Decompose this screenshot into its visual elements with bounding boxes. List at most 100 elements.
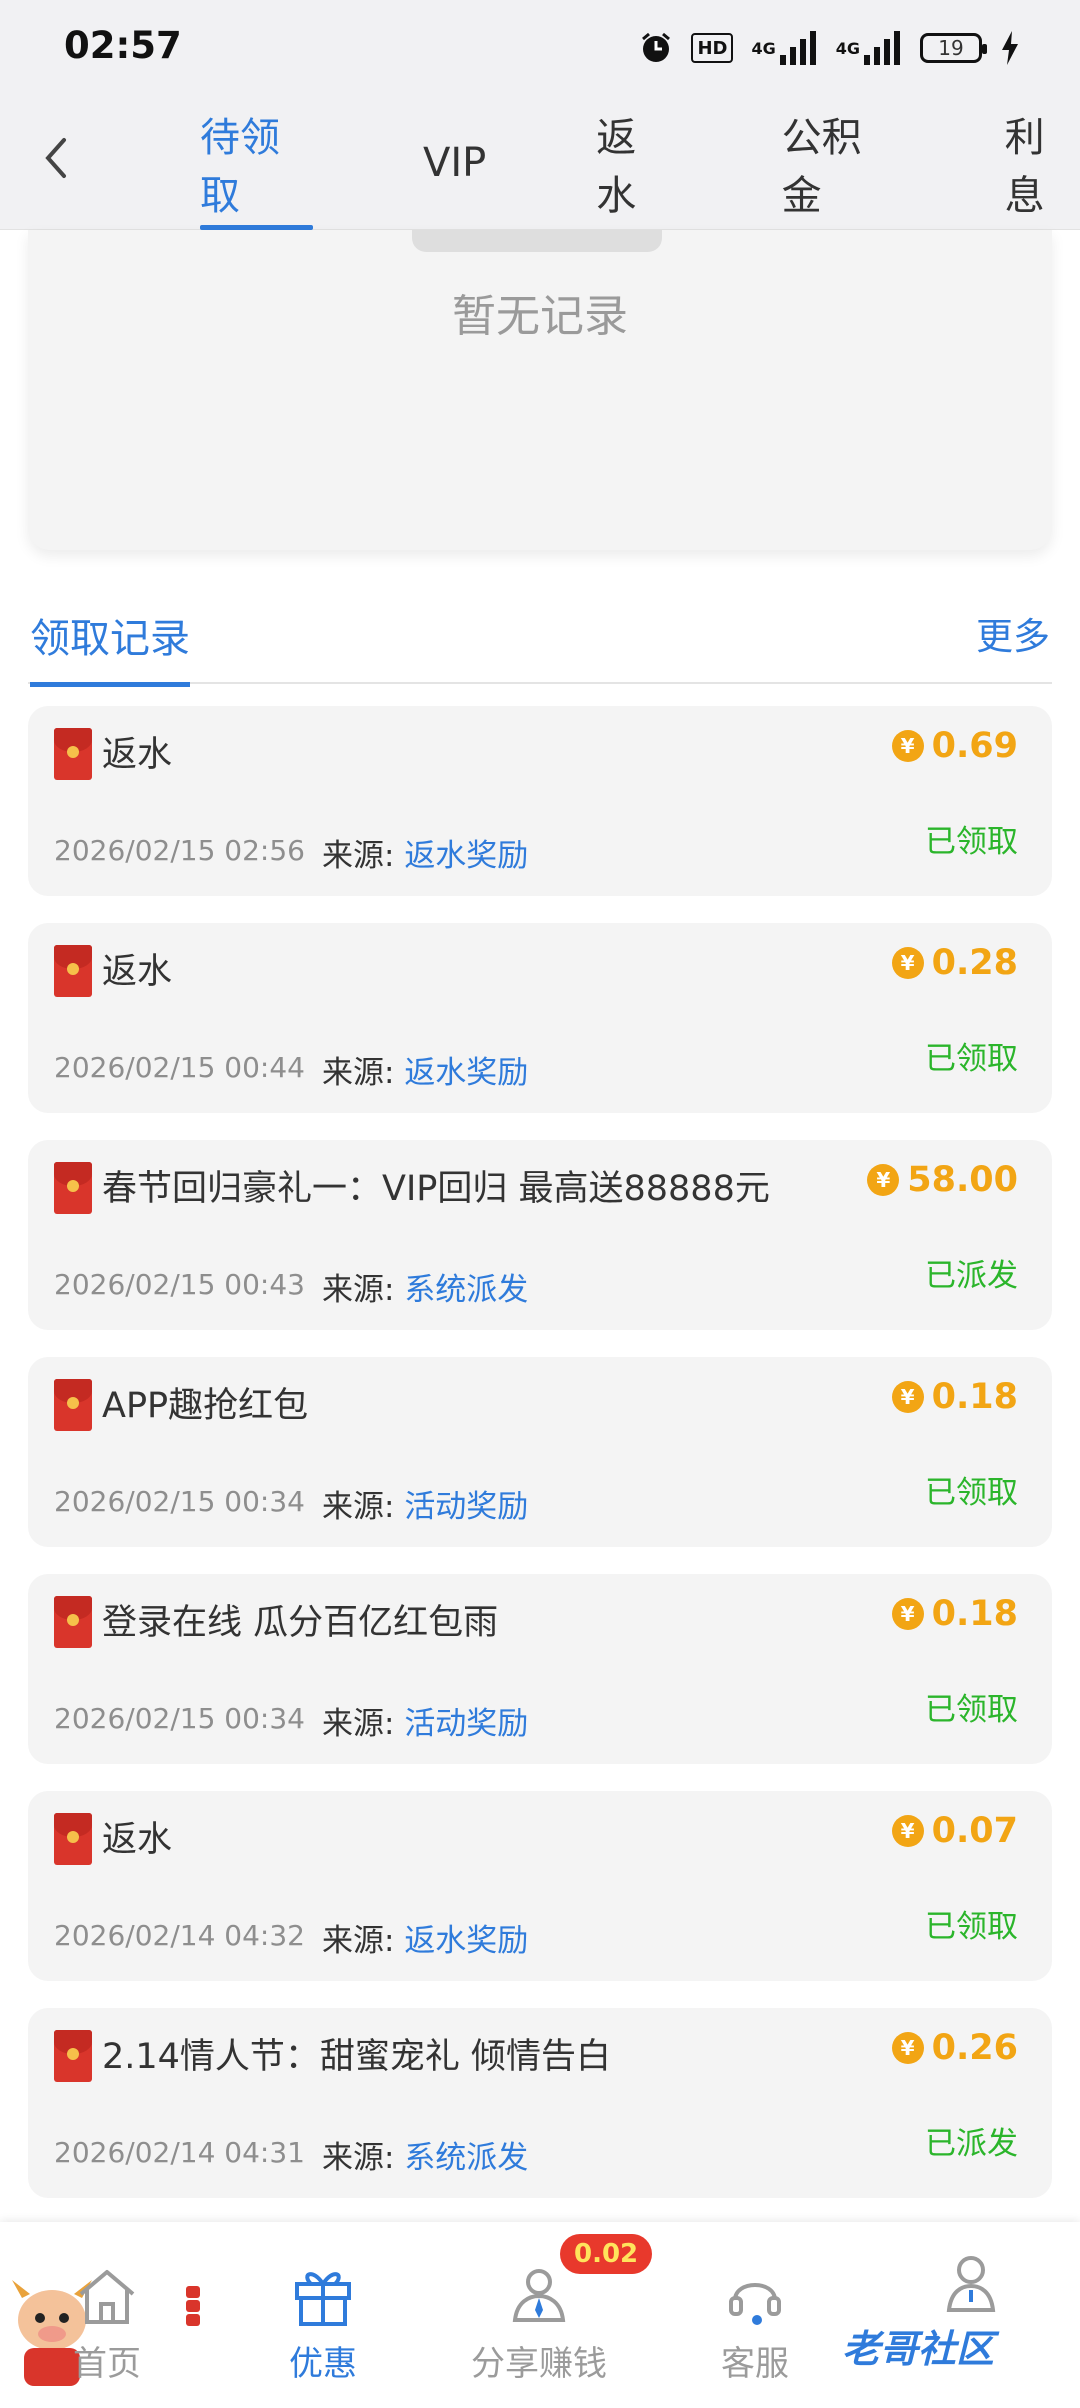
- item-date: 2026/02/14 04:32: [54, 1919, 305, 1952]
- source-label: 来源:: [322, 1923, 395, 1959]
- nav-home[interactable]: 首页: [32, 2264, 182, 2385]
- headset-icon: [723, 2264, 787, 2328]
- empty-state-text: 暂无记录: [452, 291, 628, 342]
- item-amount: ¥0.26: [891, 2028, 1018, 2068]
- nav-label: 分享赚钱: [471, 2344, 607, 2384]
- network-type-label: 4G: [751, 38, 776, 58]
- status-bar: 02:57 HD 4G 4G 19: [0, 0, 1080, 96]
- tabs: 待领取 VIP 返水 公积金 利息: [200, 96, 1080, 230]
- item-status: 已领取: [925, 1041, 1018, 1077]
- records-header: 领取记录 更多: [28, 594, 1052, 687]
- item-status: 已领取: [925, 1692, 1018, 1728]
- list-item[interactable]: 返水 ¥0.07 2026/02/14 04:32 来源: 返水奖励 已领取: [28, 1791, 1052, 1981]
- tab-fund[interactable]: 公积金: [782, 96, 895, 230]
- item-source: 来源: 活动奖励: [322, 1698, 528, 1743]
- list-item[interactable]: APP趣抢红包 ¥0.18 2026/02/15 00:34 来源: 活动奖励 …: [28, 1357, 1052, 1547]
- item-date: 2026/02/15 02:56: [54, 834, 305, 867]
- coin-icon: ¥: [891, 1815, 924, 1847]
- coin-icon: ¥: [891, 1598, 924, 1630]
- nav-share[interactable]: 分享赚钱: [464, 2264, 614, 2385]
- amount-value: 0.26: [931, 2028, 1018, 2068]
- source-value: 返水奖励: [404, 1923, 529, 1959]
- item-source: 来源: 返水奖励: [322, 830, 528, 875]
- coin-icon: ¥: [891, 947, 924, 979]
- list-item[interactable]: 2.14情人节：甜蜜宠礼 倾情告白 ¥0.26 2026/02/14 04:31…: [28, 2008, 1052, 2198]
- item-status: 已派发: [925, 2126, 1018, 2162]
- item-title: 返水: [102, 1820, 173, 1860]
- hd-icon: HD: [691, 33, 734, 63]
- source-value: 返水奖励: [404, 838, 529, 874]
- coin-icon: ¥: [891, 730, 924, 762]
- red-envelope-icon: [54, 945, 92, 997]
- item-amount: ¥0.28: [891, 943, 1018, 983]
- item-amount: ¥0.18: [891, 1594, 1018, 1634]
- red-envelope-icon: [54, 728, 92, 780]
- item-date: 2026/02/14 04:31: [54, 2136, 305, 2169]
- nav-label: 首页: [73, 2344, 141, 2384]
- source-label: 来源:: [322, 838, 395, 874]
- source-label: 来源:: [322, 1706, 395, 1742]
- list-item[interactable]: 返水 ¥0.28 2026/02/15 00:44 来源: 返水奖励 已领取: [28, 923, 1052, 1113]
- tab-vip[interactable]: VIP: [423, 96, 486, 230]
- bottom-nav: 首页 优惠 分享赚钱 0.02 客服 我的 老哥社区: [0, 2222, 1080, 2408]
- battery-level: 19: [938, 36, 964, 60]
- red-envelope-icon: [54, 2030, 92, 2082]
- item-title: 返水: [102, 952, 173, 992]
- source-value: 活动奖励: [404, 1489, 529, 1525]
- records-list: 返水 ¥0.69 2026/02/15 02:56 来源: 返水奖励 已领取 返…: [28, 706, 1052, 2225]
- records-title: 领取记录: [30, 606, 190, 687]
- tab-rebate[interactable]: 返水: [596, 96, 671, 230]
- source-label: 来源:: [322, 1055, 395, 1091]
- item-source: 来源: 活动奖励: [322, 1481, 528, 1526]
- item-source: 来源: 系统派发: [322, 1264, 528, 1309]
- item-status: 已派发: [925, 1258, 1018, 1294]
- list-item[interactable]: 返水 ¥0.69 2026/02/15 02:56 来源: 返水奖励 已领取: [28, 706, 1052, 896]
- item-status: 已领取: [925, 1475, 1018, 1511]
- item-title: 春节回归豪礼一：VIP回归 最高送88888元: [102, 1169, 770, 1209]
- item-status: 已领取: [925, 1909, 1018, 1945]
- nav-support[interactable]: 客服: [680, 2264, 830, 2385]
- tab-interest[interactable]: 利息: [1005, 96, 1080, 230]
- source-label: 来源:: [322, 1272, 395, 1308]
- item-date: 2026/02/15 00:44: [54, 1051, 305, 1084]
- tab-pending[interactable]: 待领取: [200, 96, 314, 230]
- signal-icon-1: 4G: [751, 30, 817, 66]
- user-icon: [939, 2250, 1003, 2314]
- nav-promotions[interactable]: 优惠: [248, 2264, 398, 2385]
- share-earnings-badge: 0.02: [560, 2234, 653, 2274]
- list-item[interactable]: 春节回归豪礼一：VIP回归 最高送88888元 ¥58.00 2026/02/1…: [28, 1140, 1052, 1330]
- item-date: 2026/02/15 00:34: [54, 1485, 305, 1518]
- more-link[interactable]: 更多: [976, 606, 1050, 660]
- red-envelope-icon: [54, 1379, 92, 1431]
- watermark-text: 老哥社区: [842, 2327, 995, 2371]
- watermark-logo: 老哥社区: [842, 2318, 1052, 2382]
- red-envelope-icon: [54, 1596, 92, 1648]
- coin-icon: ¥: [891, 1381, 924, 1413]
- firecracker-icon: [178, 2282, 208, 2332]
- alarm-icon: [639, 30, 673, 66]
- battery-icon: 19: [920, 33, 987, 63]
- coin-icon: ¥: [891, 2032, 924, 2064]
- source-value: 系统派发: [404, 1272, 529, 1308]
- gift-icon: [291, 2264, 355, 2328]
- list-item[interactable]: 登录在线 瓜分百亿红包雨 ¥0.18 2026/02/15 00:34 来源: …: [28, 1574, 1052, 1764]
- source-value: 系统派发: [404, 2140, 529, 2176]
- item-title: 2.14情人节：甜蜜宠礼 倾情告白: [102, 2037, 612, 2077]
- charging-icon: [1000, 30, 1020, 66]
- item-amount: ¥0.69: [891, 726, 1018, 766]
- source-label: 来源:: [322, 2140, 395, 2176]
- back-button[interactable]: [36, 136, 80, 180]
- item-amount: ¥0.07: [891, 1811, 1018, 1851]
- chevron-left-icon: [45, 138, 66, 178]
- red-envelope-icon: [54, 1162, 92, 1214]
- status-icons: HD 4G 4G 19: [639, 28, 1020, 68]
- top-tab-bar: 待领取 VIP 返水 公积金 利息: [0, 96, 1080, 230]
- source-value: 返水奖励: [404, 1055, 529, 1091]
- amount-value: 0.69: [931, 726, 1018, 766]
- item-title: 返水: [102, 735, 173, 775]
- home-icon: [75, 2264, 139, 2328]
- amount-value: 0.18: [931, 1377, 1018, 1417]
- pull-handle: [412, 230, 662, 252]
- item-title: 登录在线 瓜分百亿红包雨: [102, 1603, 499, 1643]
- item-date: 2026/02/15 00:43: [54, 1268, 305, 1301]
